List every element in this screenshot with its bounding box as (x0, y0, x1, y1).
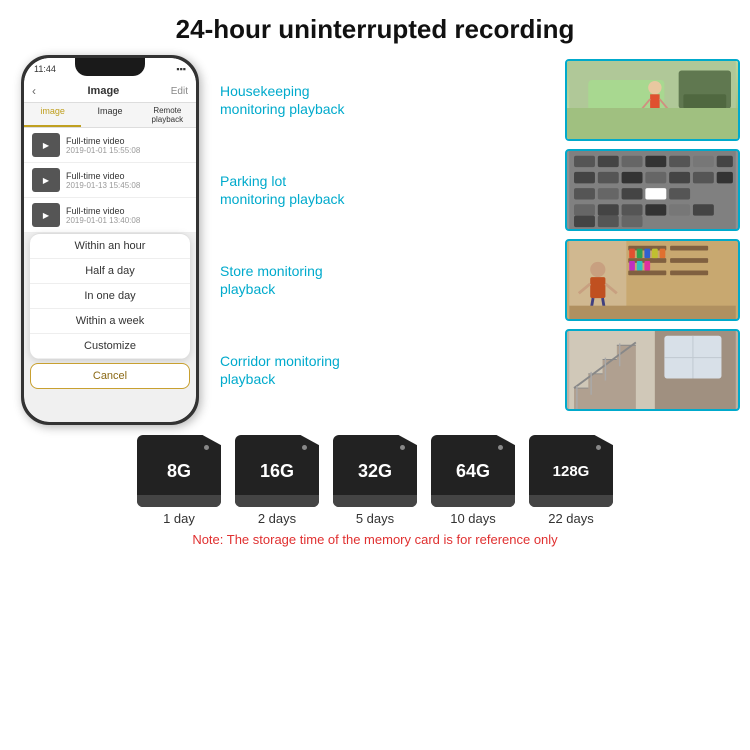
dropdown-item-4[interactable]: Customize (30, 334, 190, 359)
monitoring-label-2: Store monitoring playback (220, 262, 557, 298)
video-info-3: Full-time video 2019-01-01 13:40:08 (66, 206, 188, 225)
sd-card-item-4: 128G 22 days (529, 435, 613, 526)
video-thumb-3 (32, 203, 60, 227)
monitoring-label-0: Housekeeping monitoring playback (220, 82, 557, 118)
dropdown-cancel[interactable]: Cancel (30, 363, 190, 389)
sd-label-1: 2 days (258, 511, 296, 526)
sd-size-2: 32G (358, 461, 392, 482)
sd-dot-2 (400, 445, 405, 450)
monitoring-row-0: Housekeeping monitoring playback (220, 59, 740, 141)
monitoring-row-2: Store monitoring playback (220, 239, 740, 321)
monitoring-row-1: Parking lot monitoring playback (220, 149, 740, 231)
phone-time: 11:44 (34, 64, 56, 74)
main-content: 11:44 ▪▪▪ ‹ Image Edit image Image Remot… (0, 55, 750, 425)
dropdown-item-3[interactable]: Within a week (30, 309, 190, 334)
video-title-3: Full-time video (66, 206, 188, 216)
phone-header: ‹ Image Edit (24, 80, 196, 103)
dropdown-item-1[interactable]: Half a day (30, 259, 190, 284)
video-date-2: 2019-01-13 15:45:08 (66, 181, 188, 190)
right-panel: Housekeeping monitoring playback (210, 59, 740, 425)
sd-card-2: 32G (333, 435, 417, 507)
phone-header-edit[interactable]: Edit (171, 86, 188, 97)
sd-cards-row: 8G 1 day 16G 2 days 32G 5 days (137, 435, 613, 526)
video-date-3: 2019-01-01 13:40:08 (66, 216, 188, 225)
video-info-2: Full-time video 2019-01-13 15:45:08 (66, 171, 188, 190)
video-title-1: Full-time video (66, 136, 188, 146)
phone-tabs: image Image Remote playback (24, 103, 196, 128)
phone-back-icon[interactable]: ‹ (32, 84, 36, 98)
sd-label-2: 5 days (356, 511, 394, 526)
sd-dot-3 (498, 445, 503, 450)
phone-container: 11:44 ▪▪▪ ‹ Image Edit image Image Remot… (10, 55, 210, 425)
video-item-3: Full-time video 2019-01-01 13:40:08 (24, 198, 196, 233)
sd-size-0: 8G (167, 461, 191, 482)
video-info-1: Full-time video 2019-01-01 15:55:08 (66, 136, 188, 155)
sd-label-0: 1 day (163, 511, 195, 526)
sd-card-3: 64G (431, 435, 515, 507)
monitoring-image-0 (565, 59, 740, 141)
video-date-1: 2019-01-01 15:55:08 (66, 146, 188, 155)
sd-size-1: 16G (260, 461, 294, 482)
phone-mockup: 11:44 ▪▪▪ ‹ Image Edit image Image Remot… (21, 55, 199, 425)
phone-notch (75, 58, 145, 76)
sd-dot-0 (204, 445, 209, 450)
sd-section: 8G 1 day 16G 2 days 32G 5 days (0, 425, 750, 551)
video-item-2: Full-time video 2019-01-13 15:45:08 (24, 163, 196, 198)
sd-card-1: 16G (235, 435, 319, 507)
tab-image2[interactable]: Image (81, 103, 138, 127)
sd-card-item-1: 16G 2 days (235, 435, 319, 526)
monitoring-row-3: Corridor monitoring playback (220, 329, 740, 411)
video-thumb-2 (32, 168, 60, 192)
monitoring-label-1: Parking lot monitoring playback (220, 172, 557, 208)
sd-card-0: 8G (137, 435, 221, 507)
sd-label-3: 10 days (450, 511, 496, 526)
phone-icons: ▪▪▪ (176, 64, 186, 74)
sd-dot-1 (302, 445, 307, 450)
storage-note: Note: The storage time of the memory car… (172, 532, 577, 547)
phone-screen: 11:44 ▪▪▪ ‹ Image Edit image Image Remot… (24, 58, 196, 422)
monitoring-image-3 (565, 329, 740, 411)
phone-dropdown: Within an hour Half a day In one day Wit… (30, 233, 190, 359)
sd-dot-4 (596, 445, 601, 450)
tab-image[interactable]: image (24, 103, 81, 127)
monitoring-image-1 (565, 149, 740, 231)
sd-card-item-0: 8G 1 day (137, 435, 221, 526)
phone-header-title: Image (87, 85, 119, 97)
phone-video-list: Full-time video 2019-01-01 15:55:08 Full… (24, 128, 196, 233)
sd-size-4: 128G (553, 463, 590, 480)
tab-remote[interactable]: Remote playback (139, 103, 196, 127)
dropdown-item-2[interactable]: In one day (30, 284, 190, 309)
page-container: 24-hour uninterrupted recording 11:44 ▪▪… (0, 0, 750, 750)
sd-label-4: 22 days (548, 511, 594, 526)
page-title: 24-hour uninterrupted recording (0, 0, 750, 55)
sd-card-4: 128G (529, 435, 613, 507)
monitoring-image-2 (565, 239, 740, 321)
sd-card-item-2: 32G 5 days (333, 435, 417, 526)
monitoring-label-3: Corridor monitoring playback (220, 352, 557, 388)
video-item-1: Full-time video 2019-01-01 15:55:08 (24, 128, 196, 163)
housekeeping-photo (567, 61, 738, 139)
video-thumb-1 (32, 133, 60, 157)
sd-size-3: 64G (456, 461, 490, 482)
sd-card-item-3: 64G 10 days (431, 435, 515, 526)
video-title-2: Full-time video (66, 171, 188, 181)
dropdown-item-0[interactable]: Within an hour (30, 234, 190, 259)
